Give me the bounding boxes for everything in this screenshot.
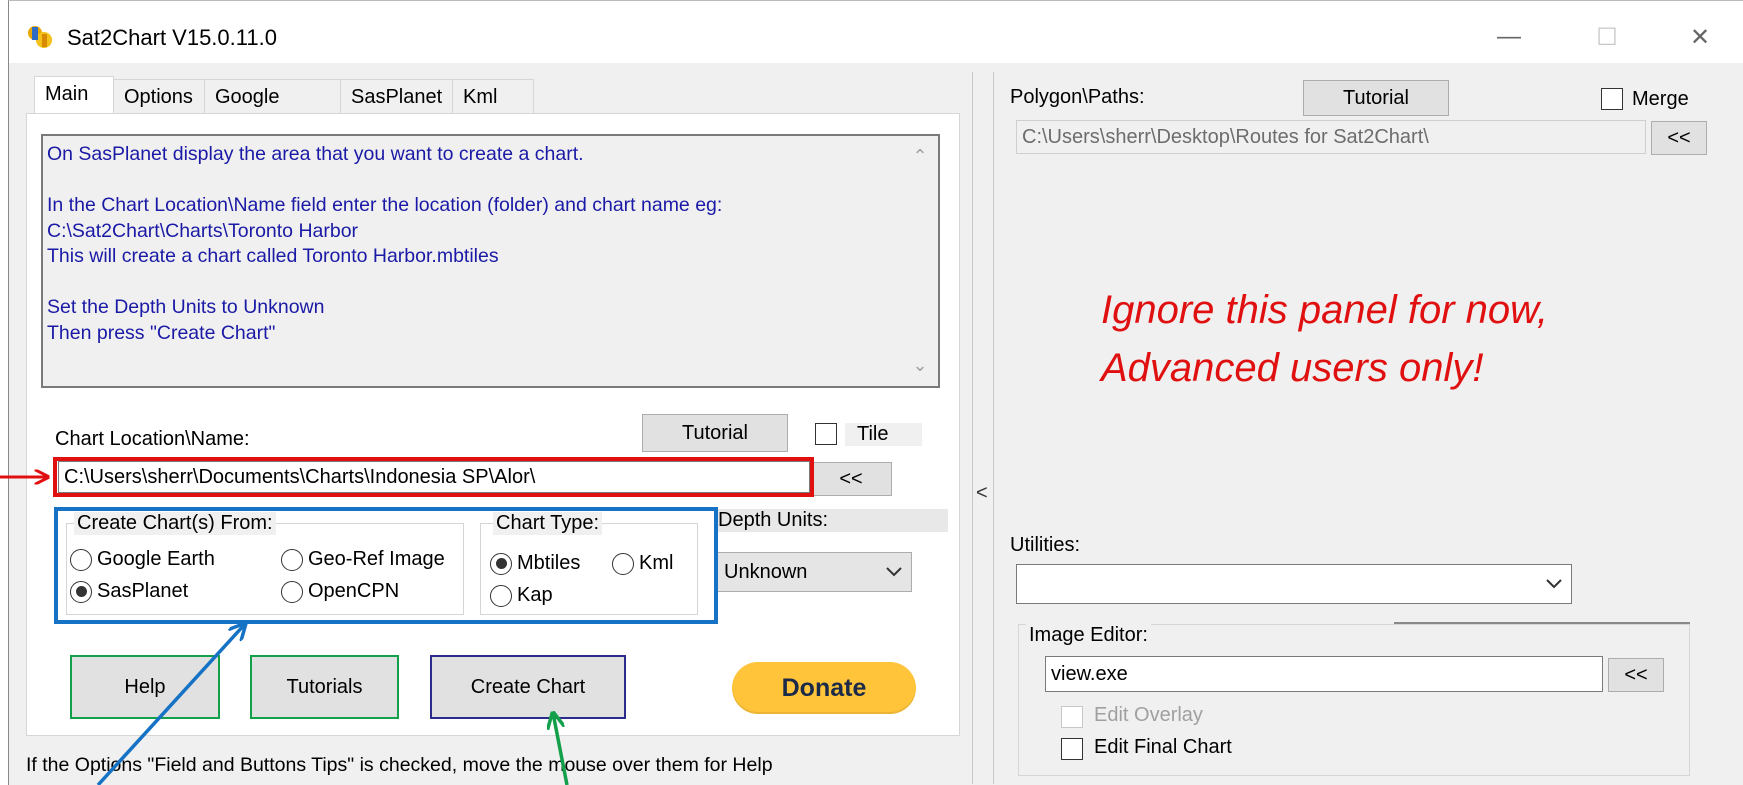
- polygon-path-input[interactable]: C:\Users\sherr\Desktop\Routes for Sat2Ch…: [1016, 120, 1646, 154]
- tutorial-button[interactable]: Tutorial: [642, 414, 788, 452]
- tab-sasplanet[interactable]: SasPlanet: [340, 79, 453, 113]
- instruction-line: Set the Depth Units to Unknown: [47, 296, 325, 318]
- annotation-line-2: Advanced users only!: [1101, 346, 1484, 390]
- panel-splitter[interactable]: <: [972, 72, 994, 784]
- app-logo-icon: [28, 26, 52, 48]
- instruction-line: On SasPlanet display the area that you w…: [47, 143, 584, 165]
- chart-type-title: Chart Type:: [493, 512, 603, 535]
- radio-button[interactable]: [70, 548, 92, 571]
- radio-selected-dot: [495, 558, 507, 569]
- help-button[interactable]: Help: [70, 655, 220, 719]
- instruction-line: This will create a chart called Toronto …: [47, 245, 499, 267]
- group-divider: [1394, 622, 1690, 624]
- create-from-title: Create Chart(s) From:: [74, 512, 276, 535]
- chart-location-browse-button[interactable]: <<: [810, 462, 892, 496]
- image-editor-title: Image Editor:: [1026, 624, 1151, 647]
- radio-opencpn[interactable]: OpenCPN: [281, 580, 399, 603]
- edit-overlay-label: Edit Overlay: [1094, 704, 1203, 726]
- radio-button[interactable]: [490, 584, 512, 607]
- window-title: Sat2Chart V15.0.11.0: [67, 25, 277, 50]
- radio-button[interactable]: [281, 548, 303, 571]
- instruction-line: [47, 270, 898, 296]
- radio-button[interactable]: [612, 552, 634, 575]
- chart-location-input[interactable]: C:\Users\sherr\Documents\Charts\Indonesi…: [58, 461, 810, 493]
- close-button[interactable]: ✕: [1670, 15, 1730, 59]
- collapse-arrow-icon[interactable]: <: [976, 482, 988, 505]
- radio-kml[interactable]: Kml: [612, 552, 673, 575]
- depth-units-label: Depth Units:: [716, 509, 949, 532]
- image-editor-browse-button[interactable]: <<: [1608, 658, 1664, 692]
- radio-label: Mbtiles: [517, 552, 581, 574]
- tab-google-earth[interactable]: Google earth: [204, 79, 341, 142]
- polygon-tutorial-button[interactable]: Tutorial: [1303, 80, 1449, 116]
- annotation-line-1: Ignore this panel for now,: [1101, 288, 1548, 332]
- radio-google-earth[interactable]: Google Earth: [70, 548, 215, 571]
- minimize-button[interactable]: —: [1479, 15, 1539, 59]
- merge-checkbox[interactable]: [1601, 88, 1623, 110]
- polygon-paths-label: Polygon\Paths:: [1010, 86, 1145, 108]
- radio-button[interactable]: [281, 580, 303, 603]
- instructions-textbox[interactable]: On SasPlanet display the area that you w…: [41, 134, 940, 388]
- status-tip-text: If the Options "Field and Buttons Tips" …: [26, 754, 773, 776]
- radio-selected-dot: [75, 586, 87, 597]
- tab-kml[interactable]: Kml: [452, 79, 534, 113]
- radio-geo-ref-image[interactable]: Geo-Ref Image: [281, 548, 445, 571]
- radio-label: SasPlanet: [97, 580, 189, 602]
- instruction-line: C:\Sat2Chart\Charts\Toronto Harbor: [47, 219, 359, 242]
- radio-label: OpenCPN: [308, 580, 400, 602]
- radio-button[interactable]: [490, 552, 512, 575]
- tile-checkbox[interactable]: [815, 423, 837, 445]
- edit-final-chart-label: Edit Final Chart: [1094, 736, 1232, 758]
- tab-options[interactable]: Options: [113, 79, 205, 113]
- depth-units-value: Unknown: [724, 560, 808, 583]
- instruction-line: Then press "Create Chart": [47, 321, 276, 344]
- chart-location-label: Chart Location\Name:: [55, 428, 250, 450]
- tab-main[interactable]: Main: [34, 76, 114, 113]
- maximize-button[interactable]: ☐: [1577, 15, 1637, 59]
- radio-button[interactable]: [70, 580, 92, 603]
- tile-label: Tile: [845, 423, 923, 446]
- depth-units-dropdown[interactable]: Unknown: [715, 552, 912, 592]
- chevron-down-icon: [886, 567, 902, 577]
- radio-label: Kap: [517, 584, 553, 606]
- chevron-down-icon: [1546, 579, 1562, 589]
- donate-button[interactable]: Donate: [732, 662, 916, 714]
- scroll-up-icon[interactable]: ⌃: [910, 144, 930, 170]
- radio-sasplanet[interactable]: SasPlanet: [70, 580, 188, 603]
- radio-label: Google Earth: [97, 548, 215, 570]
- radio-kap[interactable]: Kap: [490, 584, 553, 607]
- radio-label: Kml: [639, 552, 674, 574]
- create-chart-button[interactable]: Create Chart: [430, 655, 626, 719]
- instruction-line: In the Chart Location\Name field enter t…: [47, 194, 723, 216]
- title-bar: Sat2Chart V15.0.11.0 — ☐ ✕: [9, 1, 1743, 63]
- merge-label: Merge: [1632, 88, 1689, 110]
- scroll-down-icon[interactable]: ⌄: [910, 353, 930, 379]
- radio-mbtiles[interactable]: Mbtiles: [490, 552, 580, 575]
- edit-final-chart-checkbox[interactable]: [1061, 738, 1083, 760]
- polygon-browse-button[interactable]: <<: [1651, 121, 1707, 155]
- utilities-label: Utilities:: [1010, 534, 1081, 556]
- instruction-line: [47, 168, 898, 194]
- radio-label: Geo-Ref Image: [308, 548, 445, 570]
- image-editor-input[interactable]: view.exe: [1045, 656, 1603, 692]
- utilities-dropdown[interactable]: [1016, 564, 1572, 604]
- edit-overlay-checkbox[interactable]: [1061, 706, 1083, 728]
- tab-strip: Main Options Google earth SasPlanet Kml: [34, 76, 534, 142]
- tutorials-button[interactable]: Tutorials: [250, 655, 399, 719]
